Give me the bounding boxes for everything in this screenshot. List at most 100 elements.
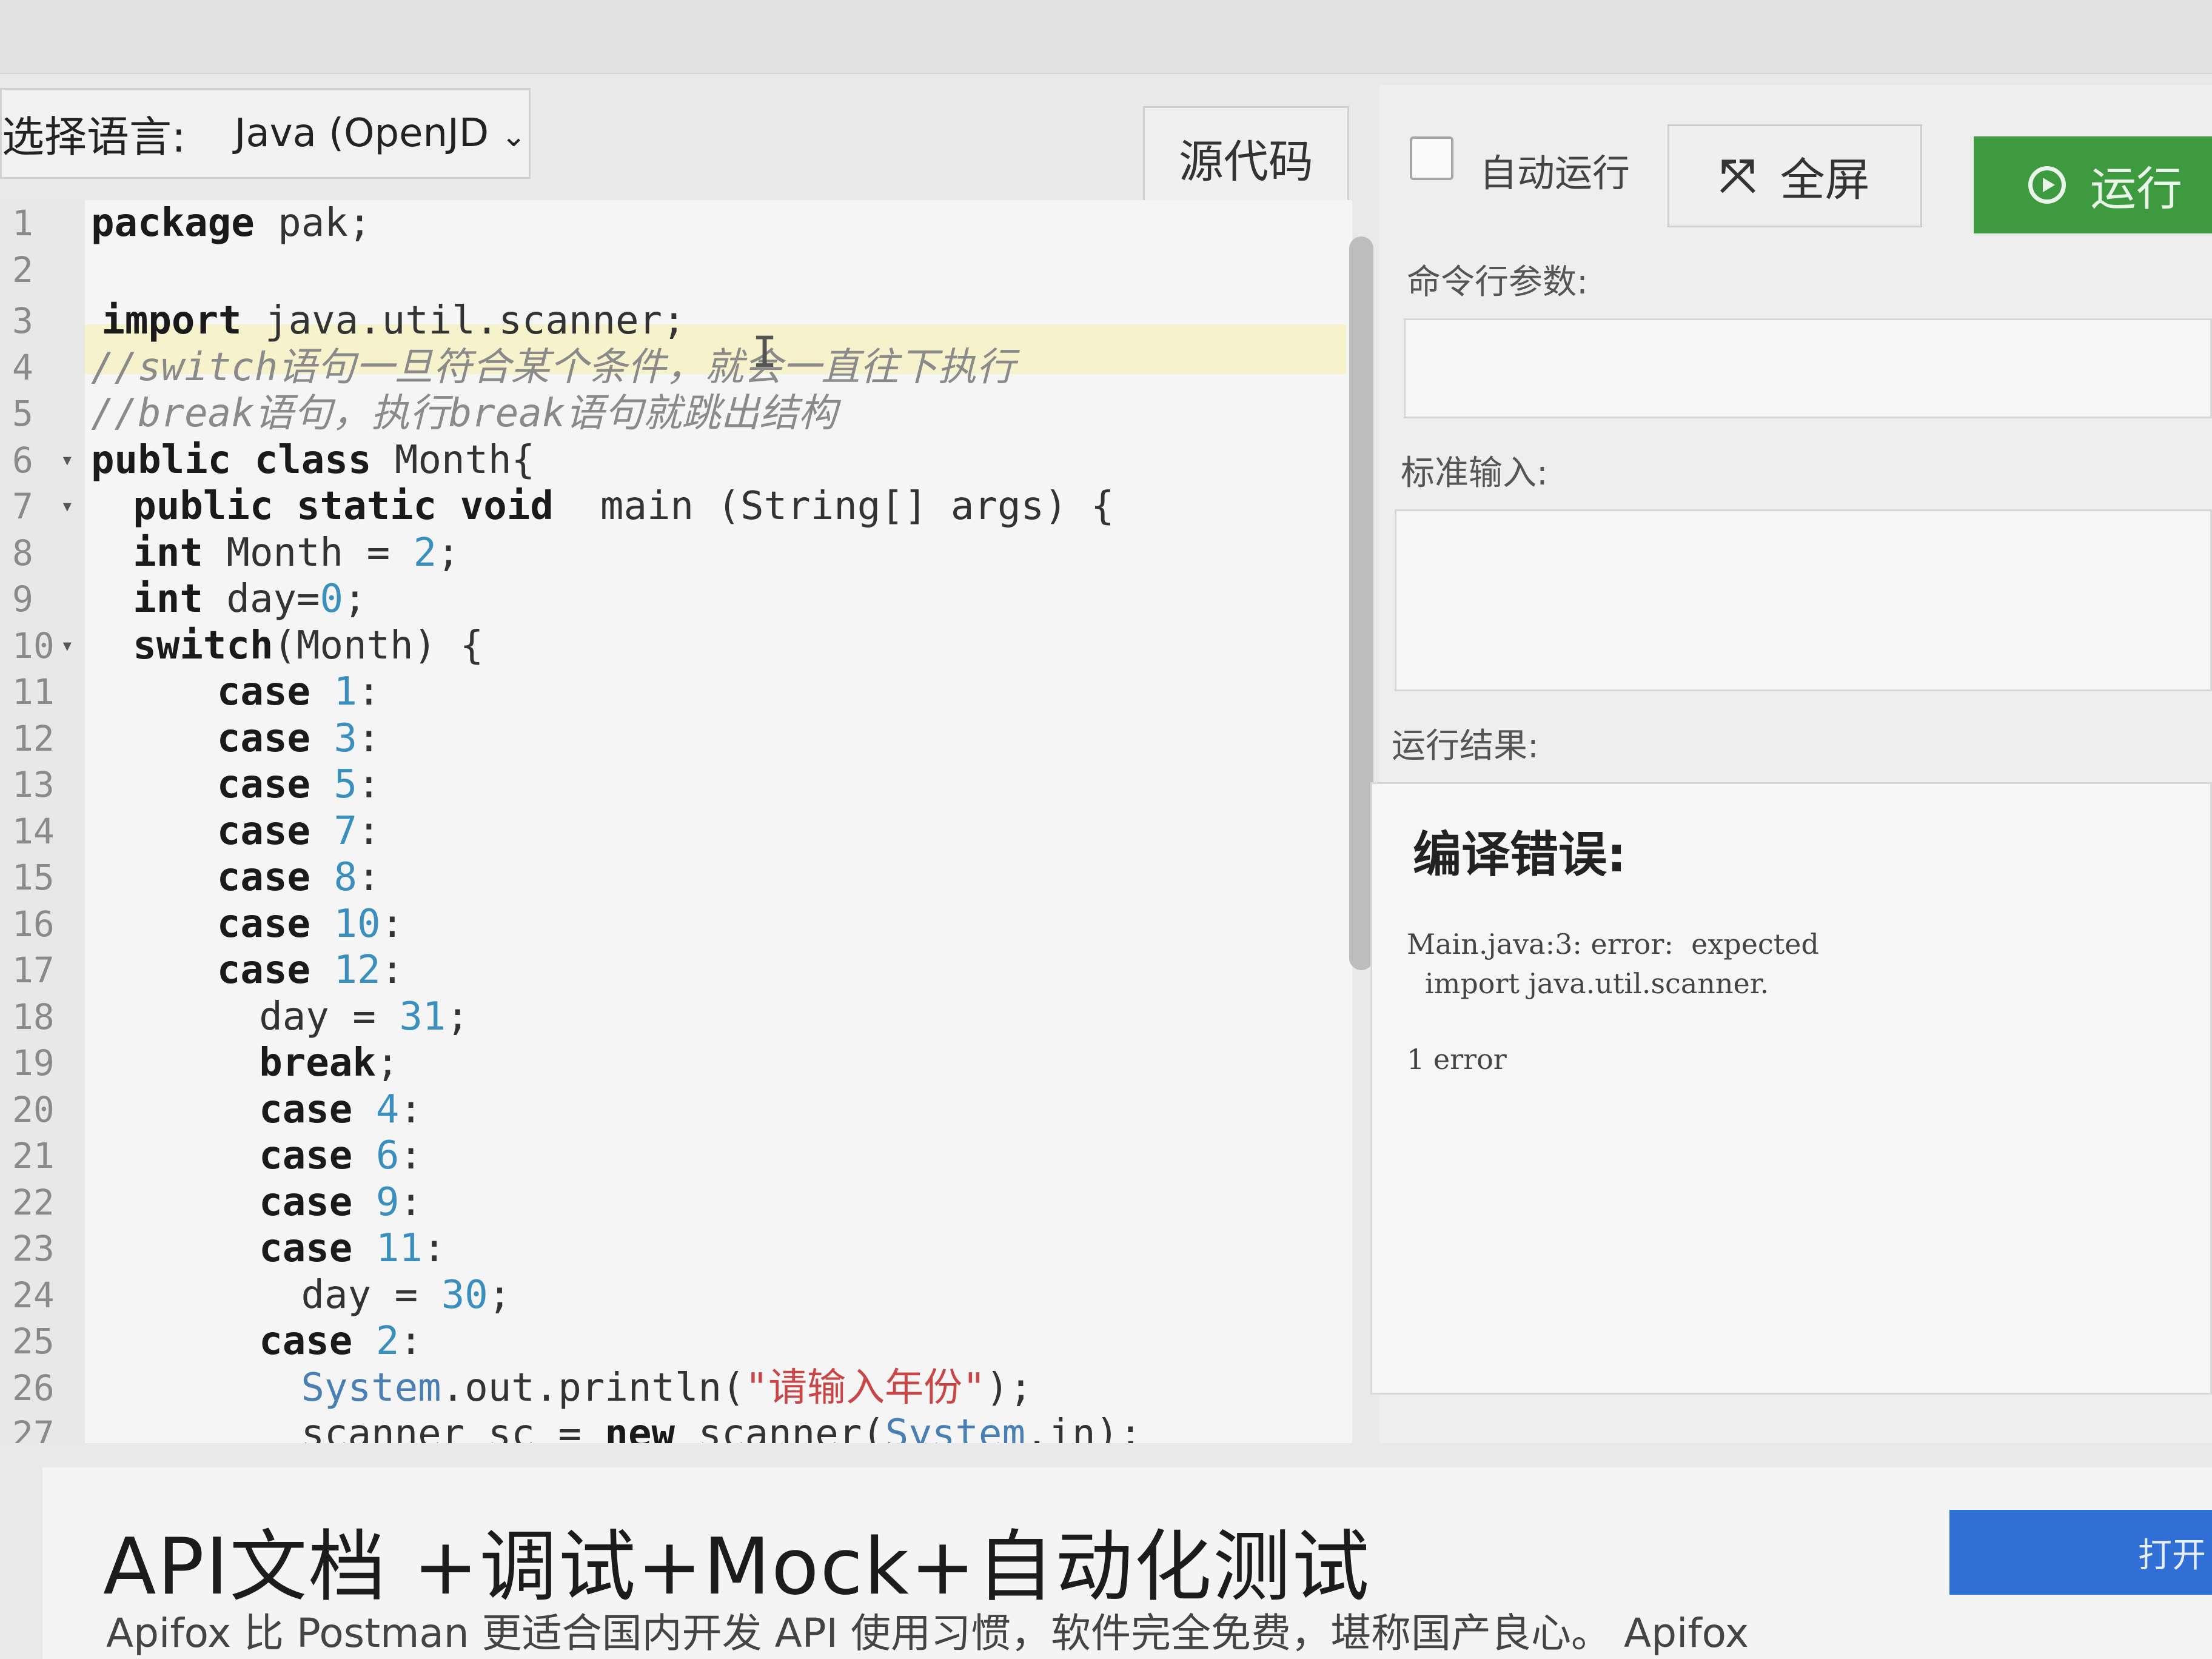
line-number: 26 xyxy=(12,1367,55,1409)
code-token: case xyxy=(259,1226,353,1271)
code-line[interactable]: 4 //switch语句一旦符合某个条件，就会一直往下执行 xyxy=(0,344,1352,390)
code-token: : xyxy=(380,901,404,947)
code-line[interactable]: 6 ▾ public class Month{ xyxy=(0,437,1352,483)
language-value: Java (OpenJD xyxy=(234,111,489,156)
line-number: 27 xyxy=(12,1413,55,1443)
code-token: 30 xyxy=(441,1272,488,1318)
code-line[interactable]: 22 case 9: xyxy=(0,1179,1352,1225)
language-dropdown[interactable]: Java (OpenJD ⌄ xyxy=(235,111,527,156)
fold-arrow-icon[interactable]: ▾ xyxy=(61,437,74,483)
code-token: : xyxy=(399,1319,423,1364)
code-token: : xyxy=(357,855,381,900)
code-token: ; xyxy=(343,577,367,622)
code-token: ; xyxy=(446,994,469,1039)
code-token: 31 xyxy=(399,994,446,1039)
code-line[interactable]: 12 case 3: xyxy=(0,716,1352,762)
code-text: case 11: xyxy=(259,1225,446,1272)
code-line[interactable]: 1 package pak; xyxy=(0,200,1352,246)
line-number: 20 xyxy=(12,1088,55,1130)
code-token: 5 xyxy=(333,762,358,807)
source-code-button[interactable]: 源代码 xyxy=(1143,106,1349,209)
code-token: System xyxy=(301,1365,441,1410)
fold-arrow-icon[interactable]: ▾ xyxy=(61,483,74,529)
code-line[interactable]: 17 case 12: xyxy=(0,947,1352,993)
line-number: 15 xyxy=(12,857,55,898)
code-token: day = xyxy=(301,1272,441,1318)
code-text: System.out.println("请输入年份"); xyxy=(301,1365,1033,1411)
code-line[interactable]: 25 case 2: xyxy=(0,1318,1352,1364)
line-number: 22 xyxy=(12,1181,55,1223)
code-token: int xyxy=(133,530,203,575)
code-text: case 12: xyxy=(217,947,404,993)
code-text: case 7: xyxy=(217,808,381,854)
run-button[interactable]: 运行 xyxy=(1974,136,2212,233)
args-input[interactable] xyxy=(1404,318,2212,418)
code-text: int Month = 2; xyxy=(133,530,460,576)
code-line[interactable]: 24 day = 30; xyxy=(0,1272,1352,1318)
code-token: case xyxy=(259,1133,353,1178)
code-line[interactable]: 21 case 6: xyxy=(0,1133,1352,1179)
code-line[interactable]: 7 ▾ public static void main (String[] args… xyxy=(0,483,1352,529)
fold-arrow-icon[interactable]: ▾ xyxy=(61,623,74,669)
code-line[interactable]: 3 import java.util.scanner; xyxy=(0,298,1352,344)
code-line[interactable]: 14 case 7: xyxy=(0,808,1352,854)
code-token: day = xyxy=(259,994,400,1039)
fullscreen-button[interactable]: ⤧ 全屏 xyxy=(1667,124,1922,227)
code-token: (Month) { xyxy=(273,623,484,668)
code-text: case 3: xyxy=(217,716,381,762)
code-token: : xyxy=(357,808,381,854)
code-text: int day=0; xyxy=(133,576,366,622)
code-line[interactable]: 20 case 4: xyxy=(0,1087,1352,1133)
code-token: 9 xyxy=(375,1179,400,1225)
code-line[interactable]: 5 //break语句，执行break语句就跳出结构 xyxy=(0,390,1352,437)
code-text: case 2: xyxy=(259,1318,423,1364)
code-text: day = 31; xyxy=(259,994,469,1040)
code-line[interactable]: 26 System.out.println("请输入年份"); xyxy=(0,1365,1352,1411)
code-line[interactable]: 15 case 8: xyxy=(0,854,1352,900)
line-number: 14 xyxy=(12,810,55,852)
code-token: 12 xyxy=(333,948,381,993)
code-line[interactable]: 11 case 1: xyxy=(0,669,1352,715)
line-number: 12 xyxy=(12,717,55,759)
code-token: //switch语句一旦符合某个条件，就会一直往下执行 xyxy=(91,344,1016,390)
code-token: : xyxy=(357,762,381,807)
stdin-input[interactable] xyxy=(1395,509,2212,691)
code-line[interactable]: 13 case 5: xyxy=(0,762,1352,808)
code-token: 8 xyxy=(333,855,358,900)
code-line[interactable]: 16 case 10: xyxy=(0,901,1352,947)
vertical-scrollbar[interactable] xyxy=(1349,236,1373,970)
code-token: main (String[] args) { xyxy=(553,484,1114,529)
result-label: 运行结果: xyxy=(1392,726,1539,766)
ad-open-button[interactable]: 打开 xyxy=(1949,1510,2212,1595)
code-token: case xyxy=(259,1179,353,1225)
fullscreen-icon: ⤧ xyxy=(1720,149,1756,202)
code-line[interactable]: 8 int Month = 2; xyxy=(0,530,1352,576)
line-number: 23 xyxy=(12,1228,55,1269)
code-line[interactable]: 23 case 11: xyxy=(0,1225,1352,1272)
language-selector[interactable]: 选择语言: Java (OpenJD ⌄ xyxy=(0,88,531,179)
auto-run-checkbox[interactable] xyxy=(1410,136,1453,180)
stdin-label: 标准输入: xyxy=(1401,454,1548,493)
fullscreen-label: 全屏 xyxy=(1780,153,1870,206)
code-line[interactable]: 10 ▾ switch(Month) { xyxy=(0,623,1352,669)
line-number: 17 xyxy=(12,950,55,991)
code-token: .out.println( xyxy=(441,1365,745,1410)
code-line[interactable]: 27 scanner sc = new scanner(System.in); xyxy=(0,1411,1352,1443)
code-token: case xyxy=(216,716,311,761)
code-line[interactable]: 2 xyxy=(0,247,1352,293)
ad-subtitle: Apifox 比 Postman 更适合国内开发 API 使用习惯，软件完全免费… xyxy=(106,1610,1749,1657)
play-circle-icon xyxy=(2028,166,2066,204)
code-line[interactable]: 18 day = 31; xyxy=(0,994,1352,1040)
code-token: : xyxy=(422,1226,446,1271)
code-line[interactable]: 9 int day=0; xyxy=(0,576,1352,622)
code-editor[interactable]: 1 package pak; 2 3 import java.util.scanner;… xyxy=(0,200,1352,1443)
code-token: public class xyxy=(91,437,372,483)
line-number: 24 xyxy=(12,1274,55,1316)
code-line[interactable]: 19 break; xyxy=(0,1040,1352,1086)
code-token: .in); xyxy=(1025,1412,1142,1443)
